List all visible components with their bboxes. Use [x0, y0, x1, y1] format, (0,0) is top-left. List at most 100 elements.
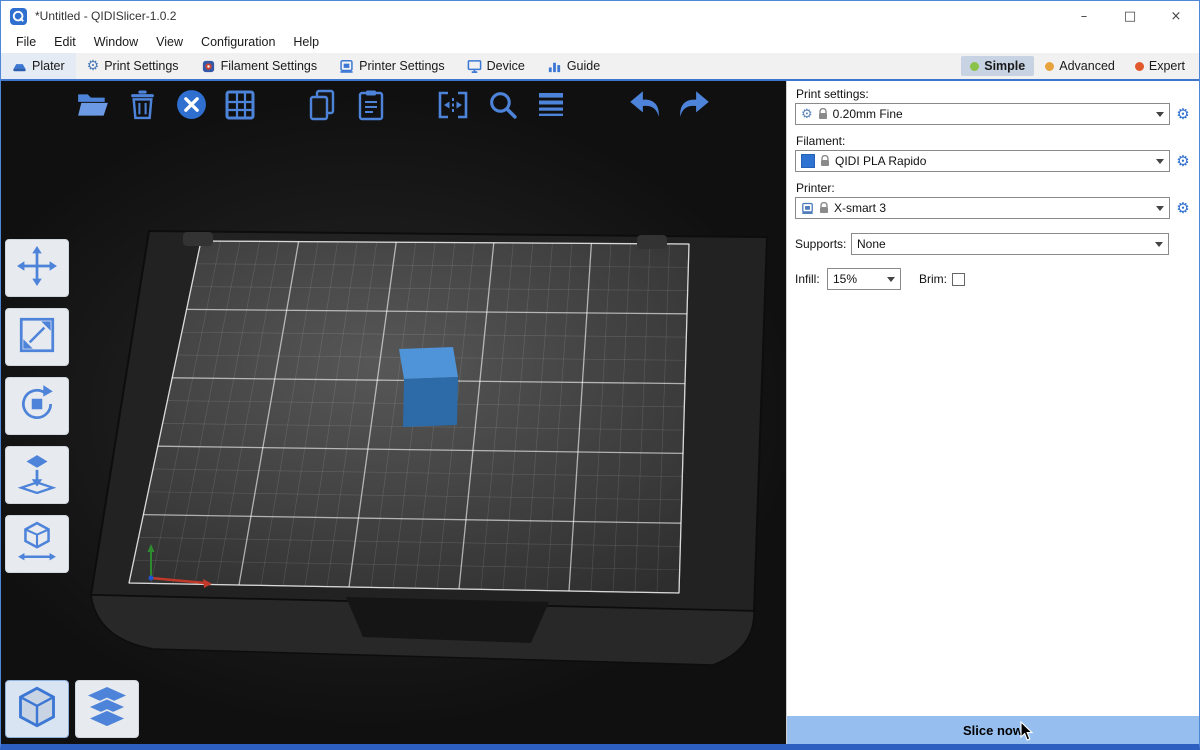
mode-simple[interactable]: Simple — [961, 56, 1034, 76]
undo-button[interactable] — [626, 88, 664, 126]
bars-icon — [547, 59, 562, 74]
minimize-button[interactable]: – — [1061, 1, 1107, 31]
settings-sidebar: Print settings: ⚙ 0.20mm Fine ⚙ Filament… — [786, 81, 1199, 744]
dropdown-arrow-icon — [1156, 206, 1164, 211]
tab-guide[interactable]: Guide — [536, 53, 611, 79]
printer-handle-notch — [346, 597, 549, 643]
measure-icon — [16, 521, 58, 568]
split-objects-button[interactable] — [434, 88, 472, 126]
search-icon — [487, 89, 518, 125]
copy-button[interactable] — [303, 88, 341, 126]
move-icon — [16, 245, 58, 292]
tab-filament-settings[interactable]: Filament Settings — [190, 53, 329, 79]
tab-label: Device — [487, 59, 525, 73]
open-folder-icon — [76, 91, 110, 124]
print-settings-gear-button[interactable]: ⚙ — [1175, 105, 1191, 123]
object-toolbar — [1, 88, 786, 126]
close-button[interactable]: × — [1153, 1, 1199, 31]
place-on-face-icon — [16, 452, 58, 499]
dropdown-arrow-icon — [1156, 159, 1164, 164]
measure-button[interactable] — [5, 515, 69, 573]
menu-file[interactable]: File — [7, 35, 45, 49]
move-button[interactable] — [5, 239, 69, 297]
bed-clip — [637, 235, 667, 249]
tabs: Plater ⚙ Print Settings Filament Setting… — [1, 53, 611, 79]
delete-button[interactable] — [123, 88, 161, 126]
print-settings-label: Print settings: — [796, 87, 1191, 101]
app-window: *Untitled - QIDISlicer-1.0.2 – □ × File … — [0, 0, 1200, 750]
place-on-face-button[interactable] — [5, 446, 69, 504]
rotate-button[interactable] — [5, 377, 69, 435]
dropdown-arrow-icon — [1155, 242, 1163, 247]
menubar: File Edit Window View Configuration Help — [1, 31, 1199, 53]
mode-expert[interactable]: Expert — [1126, 56, 1194, 76]
search-button[interactable] — [483, 88, 521, 126]
simple-mode-dot-icon — [970, 62, 979, 71]
variable-layer-height-button[interactable] — [532, 88, 570, 126]
filament-value: QIDI PLA Rapido — [835, 154, 1147, 168]
open-button[interactable] — [74, 88, 112, 126]
tab-print-settings[interactable]: ⚙ Print Settings — [76, 53, 190, 79]
viewport-3d[interactable] — [1, 81, 786, 744]
expert-mode-dot-icon — [1135, 62, 1144, 71]
filament-gear-button[interactable]: ⚙ — [1175, 152, 1191, 170]
menu-help[interactable]: Help — [284, 35, 328, 49]
brim-checkbox[interactable] — [952, 273, 965, 286]
printer-gear-button[interactable]: ⚙ — [1175, 199, 1191, 217]
split-objects-icon — [437, 90, 469, 125]
rotate-icon — [16, 383, 58, 430]
trash-icon — [129, 89, 156, 125]
tab-printer-settings[interactable]: Printer Settings — [328, 53, 455, 79]
tabbar: Plater ⚙ Print Settings Filament Setting… — [1, 53, 1199, 81]
filament-label: Filament: — [796, 134, 1191, 148]
redo-icon — [675, 89, 713, 126]
editor-view-button[interactable] — [5, 680, 69, 738]
redo-button[interactable] — [675, 88, 713, 126]
filament-color-swatch — [801, 154, 815, 168]
menu-window[interactable]: Window — [85, 35, 147, 49]
undo-icon — [626, 89, 664, 126]
printer-combo[interactable]: X-smart 3 — [795, 197, 1170, 219]
print-settings-value: 0.20mm Fine — [833, 107, 1147, 121]
delete-all-button[interactable] — [172, 88, 210, 126]
filament-spool-icon — [201, 59, 216, 74]
slice-now-button[interactable]: Slice now — [787, 716, 1199, 744]
scale-button[interactable] — [5, 308, 69, 366]
tab-label: Print Settings — [104, 59, 178, 73]
brim-label: Brim: — [919, 272, 947, 286]
advanced-mode-dot-icon — [1045, 62, 1054, 71]
bed-clip — [183, 232, 213, 246]
dropdown-arrow-icon — [1156, 112, 1164, 117]
menu-edit[interactable]: Edit — [45, 35, 85, 49]
menu-view[interactable]: View — [147, 35, 192, 49]
menu-configuration[interactable]: Configuration — [192, 35, 284, 49]
scale-icon — [16, 314, 58, 361]
monitor-icon — [467, 59, 482, 74]
tab-label: Guide — [567, 59, 600, 73]
arrange-button[interactable] — [221, 88, 259, 126]
supports-combo[interactable]: None — [851, 233, 1169, 255]
copy-icon — [308, 89, 336, 126]
preview-button[interactable] — [75, 680, 139, 738]
delete-all-icon — [175, 88, 208, 126]
window-controls: – □ × — [1061, 1, 1199, 31]
titlebar: *Untitled - QIDISlicer-1.0.2 – □ × — [1, 1, 1199, 31]
supports-label: Supports: — [795, 237, 851, 251]
gear-icon: ⚙ — [801, 108, 813, 121]
filament-combo[interactable]: QIDI PLA Rapido — [795, 150, 1170, 172]
maximize-button[interactable]: □ — [1107, 1, 1153, 31]
tab-device[interactable]: Device — [456, 53, 536, 79]
main-area: Print settings: ⚙ 0.20mm Fine ⚙ Filament… — [1, 81, 1199, 744]
tab-label: Plater — [32, 59, 65, 73]
tab-plater[interactable]: Plater — [1, 53, 76, 79]
arrange-grid-icon — [225, 90, 255, 125]
viewport-canvas[interactable] — [1, 81, 786, 744]
infill-label: Infill: — [795, 272, 827, 286]
paste-button[interactable] — [352, 88, 390, 126]
lock-icon — [818, 108, 828, 120]
app-logo-icon — [10, 8, 27, 25]
mode-advanced[interactable]: Advanced — [1036, 56, 1124, 76]
print-settings-combo[interactable]: ⚙ 0.20mm Fine — [795, 103, 1170, 125]
infill-combo[interactable]: 15% — [827, 268, 901, 290]
model-cube[interactable] — [399, 347, 458, 427]
